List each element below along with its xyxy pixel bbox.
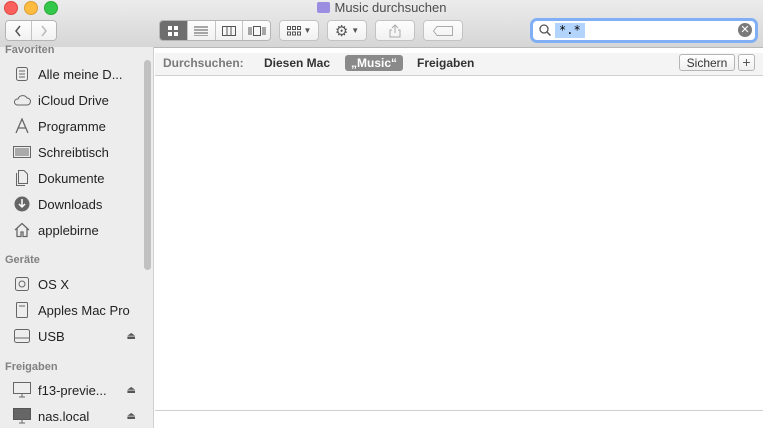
sidebar-item-label: OS X [38,276,70,292]
tag-icon [433,25,453,36]
sidebar-item-usb[interactable]: USB ⏏ [12,325,140,347]
sidebar-item-dokumente[interactable]: Dokumente [12,167,140,189]
sidebar-item-home[interactable]: applebirne [12,219,140,241]
desktop-icon [12,144,32,160]
sidebar-item-programme[interactable]: Programme [12,115,140,137]
scope-music-folder[interactable]: „Music“ [345,55,404,71]
tags-button[interactable] [423,20,463,41]
columns-icon [221,25,236,36]
home-icon [12,222,32,238]
coverflow-icon [248,25,266,36]
clear-search-icon[interactable]: ✕ [738,23,752,37]
sidebar-item-all-files[interactable]: Alle meine D... [12,63,140,85]
sidebar-item-label: Downloads [38,196,103,212]
all-files-icon [12,66,32,82]
icon-view-button[interactable] [160,21,188,40]
scope-label: Durchsuchen: [163,56,244,70]
sidebar-item-label: Dokumente [38,170,105,186]
sidebar-item-schreibtisch[interactable]: Schreibtisch [12,141,140,163]
sidebar-item-label: USB [38,328,65,344]
display-icon [12,382,32,398]
sidebar-item-label: Alle meine D... [38,66,123,82]
share-icon [389,23,401,37]
eject-icon[interactable]: ⏏ [127,331,136,342]
chevron-down-icon: ▼ [351,26,360,35]
coverflow-view-button[interactable] [243,21,270,40]
usb-drive-icon [12,328,32,344]
column-view-button[interactable] [215,21,244,40]
save-search-button[interactable]: Sichern [679,54,735,71]
gear-icon: ⚙ [334,22,349,40]
toolbar: Music durchsuchen ▼ ⚙ ▼ *.* ✕ [0,0,763,48]
arrange-grid-icon [286,25,301,35]
eject-icon[interactable]: ⏏ [127,411,136,422]
results-divider [155,410,763,411]
action-button[interactable]: ⚙ ▼ [327,20,367,41]
search-icon [539,24,551,36]
sidebar-item-label: Schreibtisch [38,144,109,160]
window-title: Music durchsuchen [0,0,763,16]
sidebar-item-label: Programme [38,118,106,134]
back-button[interactable] [6,21,32,40]
sidebar-item-nas-local[interactable]: nas.local ⏏ [12,405,140,427]
sidebar-item-label: Apples Mac Pro [38,302,130,318]
search-scope-bar: Durchsuchen: Diesen Mac „Music“ Freigabe… [155,53,763,76]
document-icon [12,170,32,186]
sidebar-item-downloads[interactable]: Downloads [12,193,140,215]
sidebar-item-mac-pro[interactable]: Apples Mac Pro [12,299,140,321]
sidebar-section-favorites: Favoriten [5,44,55,56]
applications-icon [12,118,32,134]
folder-icon [316,2,330,13]
sidebar-item-os-x[interactable]: OS X [12,273,140,295]
sidebar: Favoriten Alle meine D... iCloud Drive P… [0,44,154,428]
sidebar-section-devices: Geräte [5,254,40,266]
list-icon [194,26,209,36]
view-mode-control [159,20,271,41]
sidebar-item-label: f13-previe... [38,382,107,398]
sidebar-section-shared: Freigaben [5,361,58,373]
forward-button[interactable] [31,21,56,40]
sidebar-item-icloud-drive[interactable]: iCloud Drive [12,89,140,111]
download-icon [12,196,32,212]
chevron-right-icon [41,25,47,36]
computer-icon [12,302,32,318]
sidebar-item-label: applebirne [38,222,99,238]
add-criteria-button[interactable]: + [738,54,755,71]
chevron-down-icon: ▼ [303,26,312,35]
share-button[interactable] [375,20,415,41]
eject-icon[interactable]: ⏏ [127,385,136,396]
list-view-button[interactable] [187,21,216,40]
back-forward-control [5,20,57,41]
search-query[interactable]: *.* [555,23,585,38]
cloud-icon [12,92,32,108]
sidebar-scrollbar[interactable] [144,60,151,270]
sidebar-item-f13-preview[interactable]: f13-previe... ⏏ [12,379,140,401]
arrange-button[interactable]: ▼ [279,20,319,41]
scope-shared[interactable]: Freigaben [411,55,480,71]
drive-icon [12,276,32,292]
display-icon [12,408,32,424]
scope-this-mac[interactable]: Diesen Mac [258,55,336,71]
sidebar-item-label: nas.local [38,408,90,424]
search-field[interactable]: *.* ✕ [530,18,758,43]
sidebar-item-label: iCloud Drive [38,92,109,108]
chevron-left-icon [15,25,21,36]
grid-icon [168,25,179,36]
